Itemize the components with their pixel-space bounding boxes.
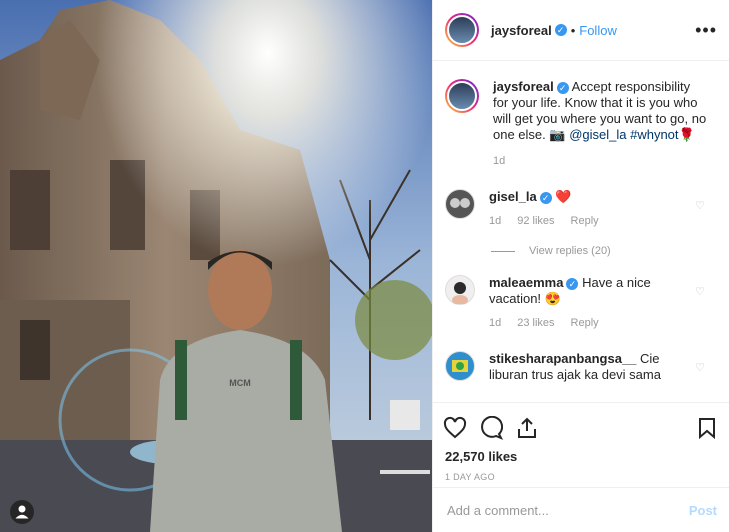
commenter-username[interactable]: gisel_la — [489, 189, 537, 204]
commenter-username[interactable]: maleaemma — [489, 275, 563, 290]
caption-hashtag-link[interactable]: #whynot — [630, 127, 678, 142]
more-options-icon[interactable]: ••• — [695, 20, 717, 41]
comment-likes[interactable]: 23 likes — [517, 315, 554, 331]
comment-item: gisel_la ✓ ❤️ 1d 92 likes Reply ♡ — [433, 189, 729, 229]
post-time-ago[interactable]: 1 DAY AGO — [443, 472, 719, 482]
caption-time[interactable]: 1d — [493, 153, 505, 169]
author-avatar[interactable] — [445, 13, 479, 47]
view-replies[interactable]: View replies (20) — [491, 245, 729, 257]
photo-illustration: MCM — [0, 0, 432, 532]
post-photo[interactable]: MCM — [0, 0, 432, 532]
commenter-username[interactable]: stikesharapanbangsa__ — [489, 351, 636, 366]
author-username[interactable]: jaysforeal — [491, 23, 552, 38]
post-actions: 22,570 likes 1 DAY AGO — [433, 402, 729, 482]
commenter-avatar[interactable] — [445, 275, 475, 305]
verified-badge-icon: ✓ — [556, 81, 569, 94]
comment-item: stikesharapanbangsa__ Cie liburan trus a… — [433, 351, 729, 383]
comment-like-heart-icon[interactable]: ♡ — [695, 361, 705, 374]
caption-mention-link[interactable]: @gisel_la — [569, 127, 626, 142]
verified-badge-icon: ✓ — [539, 191, 552, 204]
comment-input[interactable] — [445, 501, 689, 519]
share-icon[interactable] — [515, 416, 539, 440]
caption-avatar[interactable] — [445, 79, 479, 113]
reply-button[interactable]: Reply — [571, 315, 599, 331]
comment-icon[interactable] — [479, 416, 503, 440]
comments-list[interactable]: jaysforeal ✓ Accept responsibility for yo… — [433, 62, 729, 402]
comment-item: maleaemma ✓ Have a nice vacation! 😍 1d 23… — [433, 275, 729, 331]
comment-like-heart-icon[interactable]: ♡ — [695, 285, 705, 298]
commenter-avatar[interactable] — [445, 351, 475, 381]
replies-divider — [491, 250, 515, 252]
user-tag-icon[interactable] — [10, 500, 34, 524]
reply-button[interactable]: Reply — [571, 213, 599, 229]
add-comment-bar: Post — [433, 487, 729, 532]
follow-button[interactable]: Follow — [579, 23, 617, 38]
bookmark-icon[interactable] — [695, 416, 719, 440]
comment-likes[interactable]: 92 likes — [517, 213, 554, 229]
commenter-avatar[interactable] — [445, 189, 475, 219]
comment-time[interactable]: 1d — [489, 213, 501, 229]
shirt-logo-text: MCM — [229, 378, 251, 388]
likes-count[interactable]: 22,570 likes — [443, 449, 719, 464]
heart-icon[interactable] — [443, 416, 467, 440]
post-sidebar: jaysforeal ✓ • Follow ••• jaysforeal ✓ Ac… — [432, 0, 729, 532]
separator-dot: • — [570, 22, 576, 38]
caption-emoji: 🌹 — [678, 127, 695, 142]
post-comment-button[interactable]: Post — [689, 503, 717, 518]
comment-text: ❤️ — [555, 189, 572, 204]
verified-badge-icon: ✓ — [554, 24, 567, 36]
comment-like-heart-icon[interactable]: ♡ — [695, 199, 705, 212]
caption-username[interactable]: jaysforeal — [493, 79, 554, 94]
comment-time[interactable]: 1d — [489, 315, 501, 331]
caption: jaysforeal ✓ Accept responsibility for yo… — [433, 79, 729, 169]
verified-badge-icon: ✓ — [566, 277, 579, 290]
post-header: jaysforeal ✓ • Follow ••• — [433, 0, 729, 61]
view-replies-label[interactable]: View replies (20) — [529, 245, 611, 257]
